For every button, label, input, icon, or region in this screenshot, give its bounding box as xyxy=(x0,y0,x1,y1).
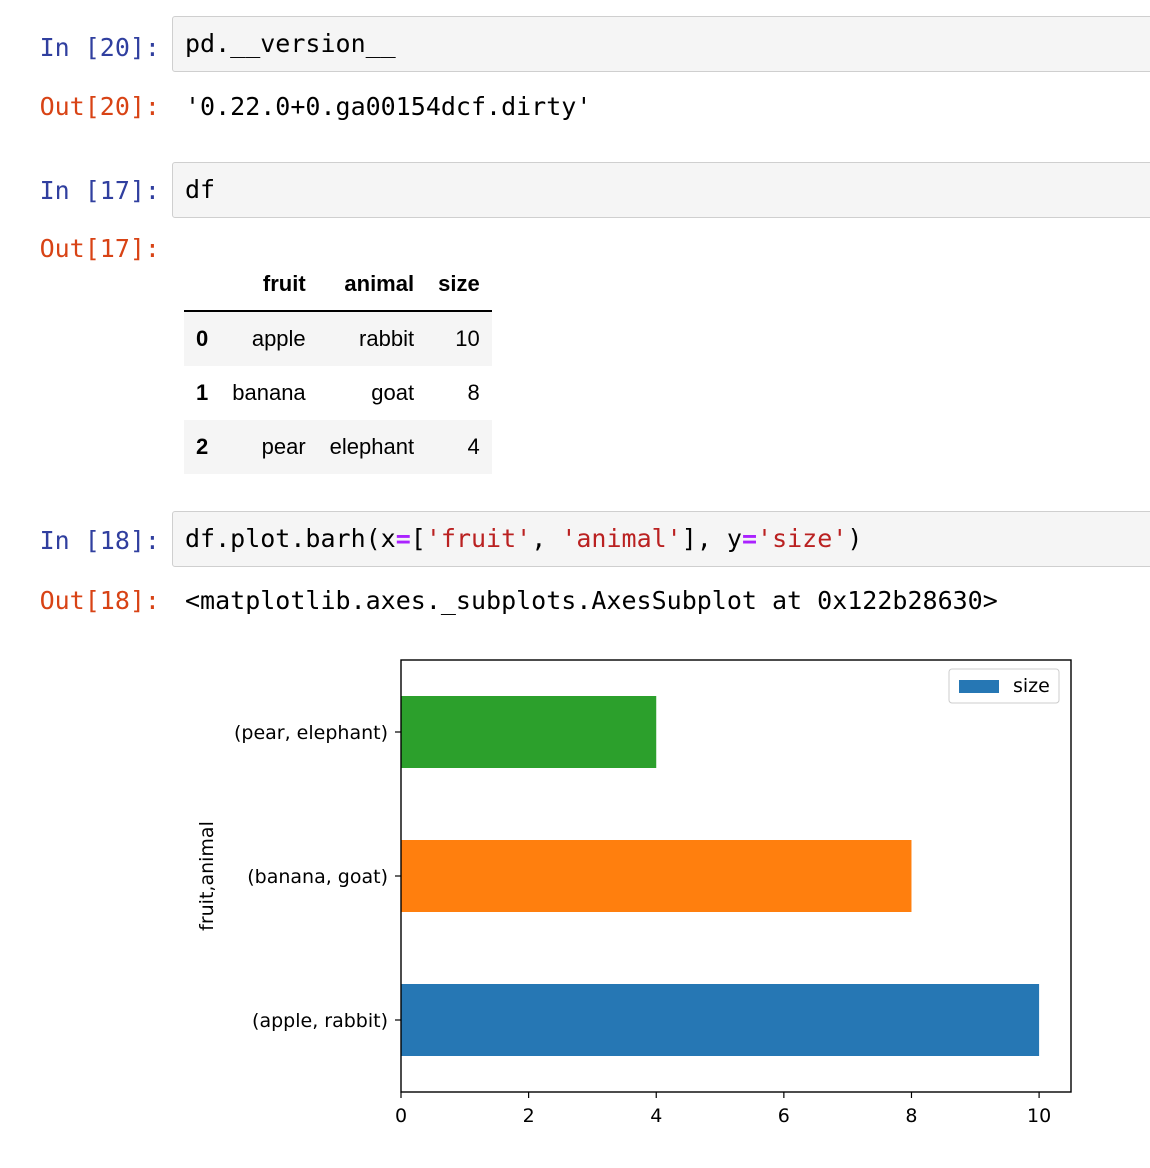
code-input-cell[interactable]: df xyxy=(172,162,1150,218)
code-text: df.plot.barh(x=['fruit', 'animal'], y='s… xyxy=(185,524,862,553)
y-tick-label: (apple, rabbit) xyxy=(252,1010,388,1032)
legend: size xyxy=(948,668,1060,704)
cell-size: 10 xyxy=(455,326,480,351)
code-input-cell[interactable]: pd.__version__ xyxy=(172,16,1150,72)
bar xyxy=(401,696,657,768)
barh-chart: (apple, rabbit) (banana, goat) (pear, elep… xyxy=(196,659,1072,1127)
row-index: 2 xyxy=(196,434,209,459)
y-tick-label: (pear, elephant) xyxy=(234,722,388,744)
x-tick-label: 6 xyxy=(778,1105,790,1127)
x-tick-label: 8 xyxy=(905,1105,917,1127)
cell-animal: rabbit xyxy=(359,326,415,351)
input-prompt: In [18]: xyxy=(39,526,160,555)
cell-size: 8 xyxy=(467,380,480,405)
code-text: pd.__version__ xyxy=(185,29,396,58)
table-row: 0 apple rabbit 10 xyxy=(184,311,492,366)
column-header-size: size xyxy=(426,258,492,312)
cell-animal: goat xyxy=(371,380,415,405)
x-tick-label: 2 xyxy=(523,1105,535,1127)
bar xyxy=(401,840,912,912)
table-row: 1 banana goat 8 xyxy=(184,366,492,420)
output-prompt: Out[20]: xyxy=(39,92,160,121)
output-text: '0.22.0+0.ga00154dcf.dirty' xyxy=(185,92,592,121)
table-row: 2 pear elephant 4 xyxy=(184,420,492,474)
code-text: df xyxy=(185,175,216,204)
code-token: = xyxy=(741,524,758,553)
code-token: 'fruit' xyxy=(425,524,532,553)
cell-fruit: apple xyxy=(251,326,306,351)
input-prompt: In [20]: xyxy=(39,33,160,62)
column-header-animal: animal xyxy=(317,258,427,312)
code-token: 'animal' xyxy=(561,524,682,553)
x-tick-label: 0 xyxy=(395,1105,407,1127)
code-token: 'size' xyxy=(757,524,848,553)
code-token: = xyxy=(395,524,411,553)
y-tick-label: (banana, goat) xyxy=(247,866,388,888)
x-tick-label: 4 xyxy=(650,1105,662,1127)
code-input-cell[interactable]: df.plot.barh(x=['fruit', 'animal'], y='s… xyxy=(172,511,1150,567)
row-index: 1 xyxy=(196,380,209,405)
cell-fruit: banana xyxy=(232,380,306,405)
dataframe-table: fruit animal size 0 apple rabbit 10 1 ba… xyxy=(184,258,492,474)
code-token: df.plot.barh(x xyxy=(185,524,396,553)
legend-swatch xyxy=(959,680,999,693)
x-tick-label: 10 xyxy=(1027,1105,1051,1127)
code-token: [ xyxy=(410,524,426,553)
y-axis-label: fruit,animal xyxy=(196,821,218,931)
output-text: <matplotlib.axes._subplots.AxesSubplot a… xyxy=(185,586,998,615)
code-token: , xyxy=(531,524,562,553)
output-prompt: Out[18]: xyxy=(39,586,160,615)
cell-animal: elephant xyxy=(329,434,415,459)
row-index: 0 xyxy=(196,326,209,351)
column-header-fruit: fruit xyxy=(220,258,318,312)
index-header xyxy=(184,258,221,312)
output-prompt: Out[17]: xyxy=(39,234,160,263)
input-prompt: In [17]: xyxy=(39,176,160,205)
table-header-row: fruit animal size xyxy=(184,258,492,312)
cell-size: 4 xyxy=(467,434,480,459)
code-token: ], y xyxy=(681,524,742,553)
bar xyxy=(401,984,1040,1056)
legend-label: size xyxy=(1013,675,1050,697)
cell-fruit: pear xyxy=(261,434,306,459)
code-token: ) xyxy=(847,524,863,553)
